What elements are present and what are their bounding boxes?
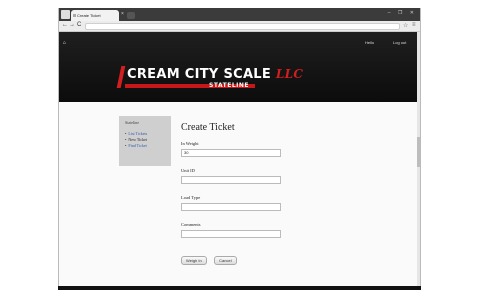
site-header: ⌂ Hello Log out CREAM CITY SCALE LLC STA… [59, 32, 420, 102]
logout-link[interactable]: Log out [393, 40, 406, 45]
sidebar-title: Stateline [125, 120, 139, 125]
create-ticket-form: Create Ticket In Weight 30 Unit ID Load … [181, 122, 291, 267]
unit-id-field[interactable] [181, 176, 281, 184]
tab-strip: Create Ticket × – ❐ ✕ [59, 8, 420, 21]
bookmark-star-icon[interactable]: ☆ [403, 22, 408, 29]
sidebar-item-find-ticket[interactable]: • Find Ticket [125, 143, 165, 149]
load-type-label: Load Type [181, 195, 201, 200]
new-tab-button[interactable] [127, 12, 135, 19]
comments-label: Comments [181, 222, 201, 227]
home-icon[interactable]: ⌂ [63, 40, 66, 46]
main-content: Stateline • List Tickets • New Ticket • Fin… [59, 102, 420, 288]
reload-icon[interactable]: C [77, 22, 81, 28]
page-title: Create Ticket [181, 122, 235, 133]
hello-link[interactable]: Hello [365, 40, 374, 45]
forward-icon[interactable]: → [69, 22, 75, 28]
tab-title: Create Ticket [77, 13, 101, 18]
logo-main-text: CREAM CITY SCALE LLC [127, 67, 304, 82]
logo-subtitle: STATELINE [209, 82, 249, 89]
back-icon[interactable]: ← [62, 22, 68, 28]
company-logo: CREAM CITY SCALE LLC STATELINE [116, 64, 303, 94]
page-scrollbar[interactable] [417, 32, 420, 288]
form-buttons: Weigh In Cancel [181, 249, 291, 267]
browser-toolbar: ← → C ☆ ≡ [59, 21, 420, 32]
page-footer-bar [58, 286, 421, 290]
browser-window: Create Ticket × – ❐ ✕ ← → C ☆ ≡ ⌂ Hello … [58, 8, 421, 290]
scrollbar-thumb[interactable] [417, 137, 420, 167]
in-weight-field[interactable]: 30 [181, 149, 281, 157]
comments-field[interactable] [181, 230, 281, 238]
tab-close-icon[interactable]: × [121, 11, 124, 17]
sidebar: Stateline • List Tickets • New Ticket • Fin… [119, 116, 171, 166]
in-weight-label: In Weight [181, 141, 199, 146]
cancel-button[interactable]: Cancel [214, 256, 237, 265]
favicon-icon [73, 14, 76, 17]
browser-menu-icon[interactable]: ≡ [412, 22, 416, 28]
unit-id-label: Unit ID [181, 168, 195, 173]
load-type-field[interactable] [181, 203, 281, 211]
address-bar[interactable] [85, 23, 400, 30]
weigh-in-button[interactable]: Weigh In [181, 256, 207, 265]
app-menu-icon[interactable] [61, 10, 70, 19]
browser-tab[interactable]: Create Ticket [71, 10, 119, 21]
window-controls[interactable]: – ❐ ✕ [388, 10, 417, 16]
